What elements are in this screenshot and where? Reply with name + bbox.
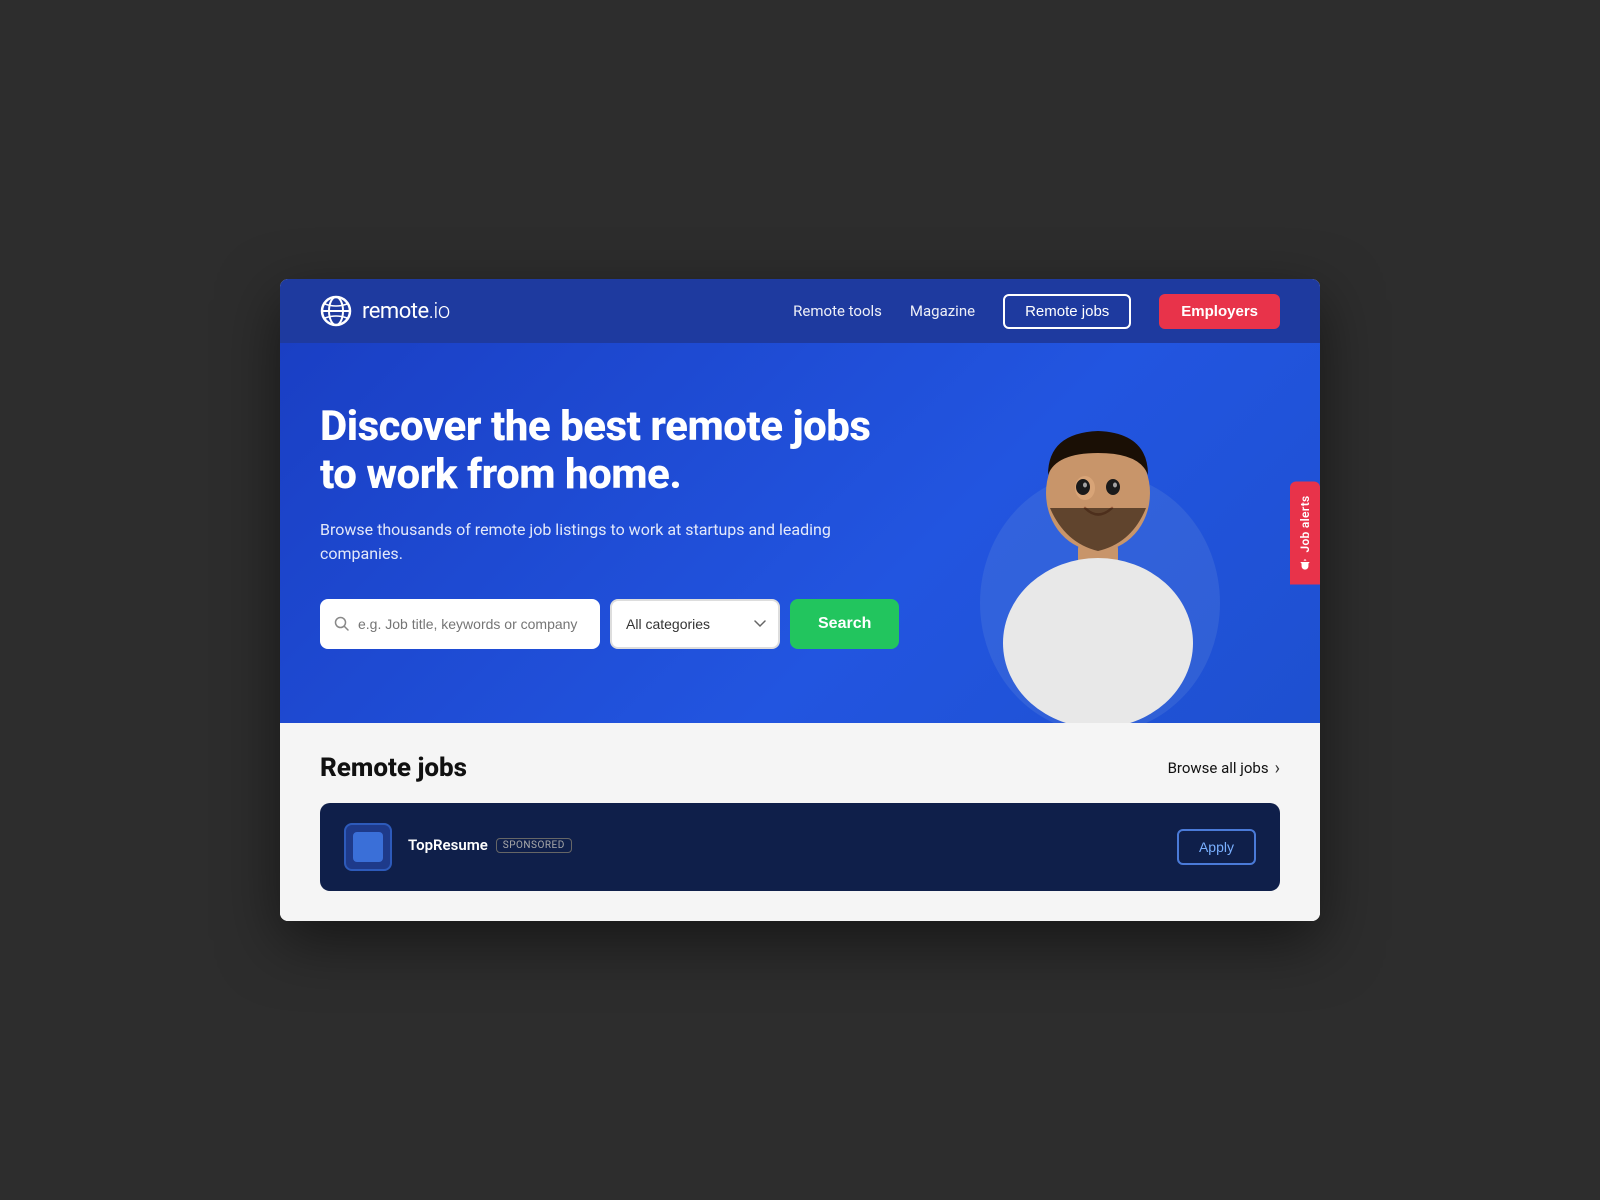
browser-window: remote.io Remote tools Magazine Remote j… xyxy=(280,279,1320,921)
search-icon xyxy=(334,616,350,632)
job-search-input[interactable] xyxy=(358,616,586,632)
logo[interactable]: remote.io xyxy=(320,295,450,327)
job-alerts-tab[interactable]: Job alerts xyxy=(1290,481,1320,584)
search-input-wrap xyxy=(320,599,600,649)
search-bar: All categories Engineering Design Market… xyxy=(320,599,920,649)
apply-button[interactable]: Apply xyxy=(1177,829,1256,865)
company-logo xyxy=(344,823,392,871)
remote-jobs-button[interactable]: Remote jobs xyxy=(1003,294,1131,329)
job-card-sponsored: TopResume SPONSORED Apply xyxy=(320,803,1280,891)
hero-title: Discover the best remote jobs to work fr… xyxy=(320,403,920,500)
chevron-right-icon: › xyxy=(1275,758,1280,779)
logo-text: remote.io xyxy=(362,299,450,324)
logo-icon xyxy=(320,295,352,327)
company-name: TopResume xyxy=(408,836,488,854)
sponsored-badge: SPONSORED xyxy=(496,838,572,853)
job-card-info: TopResume SPONSORED xyxy=(408,836,1161,858)
navbar: remote.io Remote tools Magazine Remote j… xyxy=(280,279,1320,343)
hero-section: Discover the best remote jobs to work fr… xyxy=(280,343,1320,723)
search-button[interactable]: Search xyxy=(790,599,899,649)
company-info: TopResume SPONSORED xyxy=(408,836,1161,854)
jobs-header: Remote jobs Browse all jobs › xyxy=(320,753,1280,783)
browse-all-jobs-link[interactable]: Browse all jobs › xyxy=(1168,758,1280,779)
hero-subtitle: Browse thousands of remote job listings … xyxy=(320,518,840,568)
hero-person-image xyxy=(950,403,1260,723)
category-select[interactable]: All categories Engineering Design Market… xyxy=(610,599,780,649)
nav-remote-tools[interactable]: Remote tools xyxy=(793,302,882,320)
jobs-section-title: Remote jobs xyxy=(320,753,467,783)
person-silhouette xyxy=(950,403,1230,723)
nav-magazine[interactable]: Magazine xyxy=(910,302,975,320)
hero-content: Discover the best remote jobs to work fr… xyxy=(320,403,920,649)
nav-links: Remote tools Magazine Remote jobs Employ… xyxy=(793,294,1280,329)
jobs-section: Remote jobs Browse all jobs › TopResume … xyxy=(280,723,1320,921)
employers-button[interactable]: Employers xyxy=(1159,294,1280,329)
logo-shape xyxy=(353,832,383,862)
bell-icon xyxy=(1299,559,1311,571)
